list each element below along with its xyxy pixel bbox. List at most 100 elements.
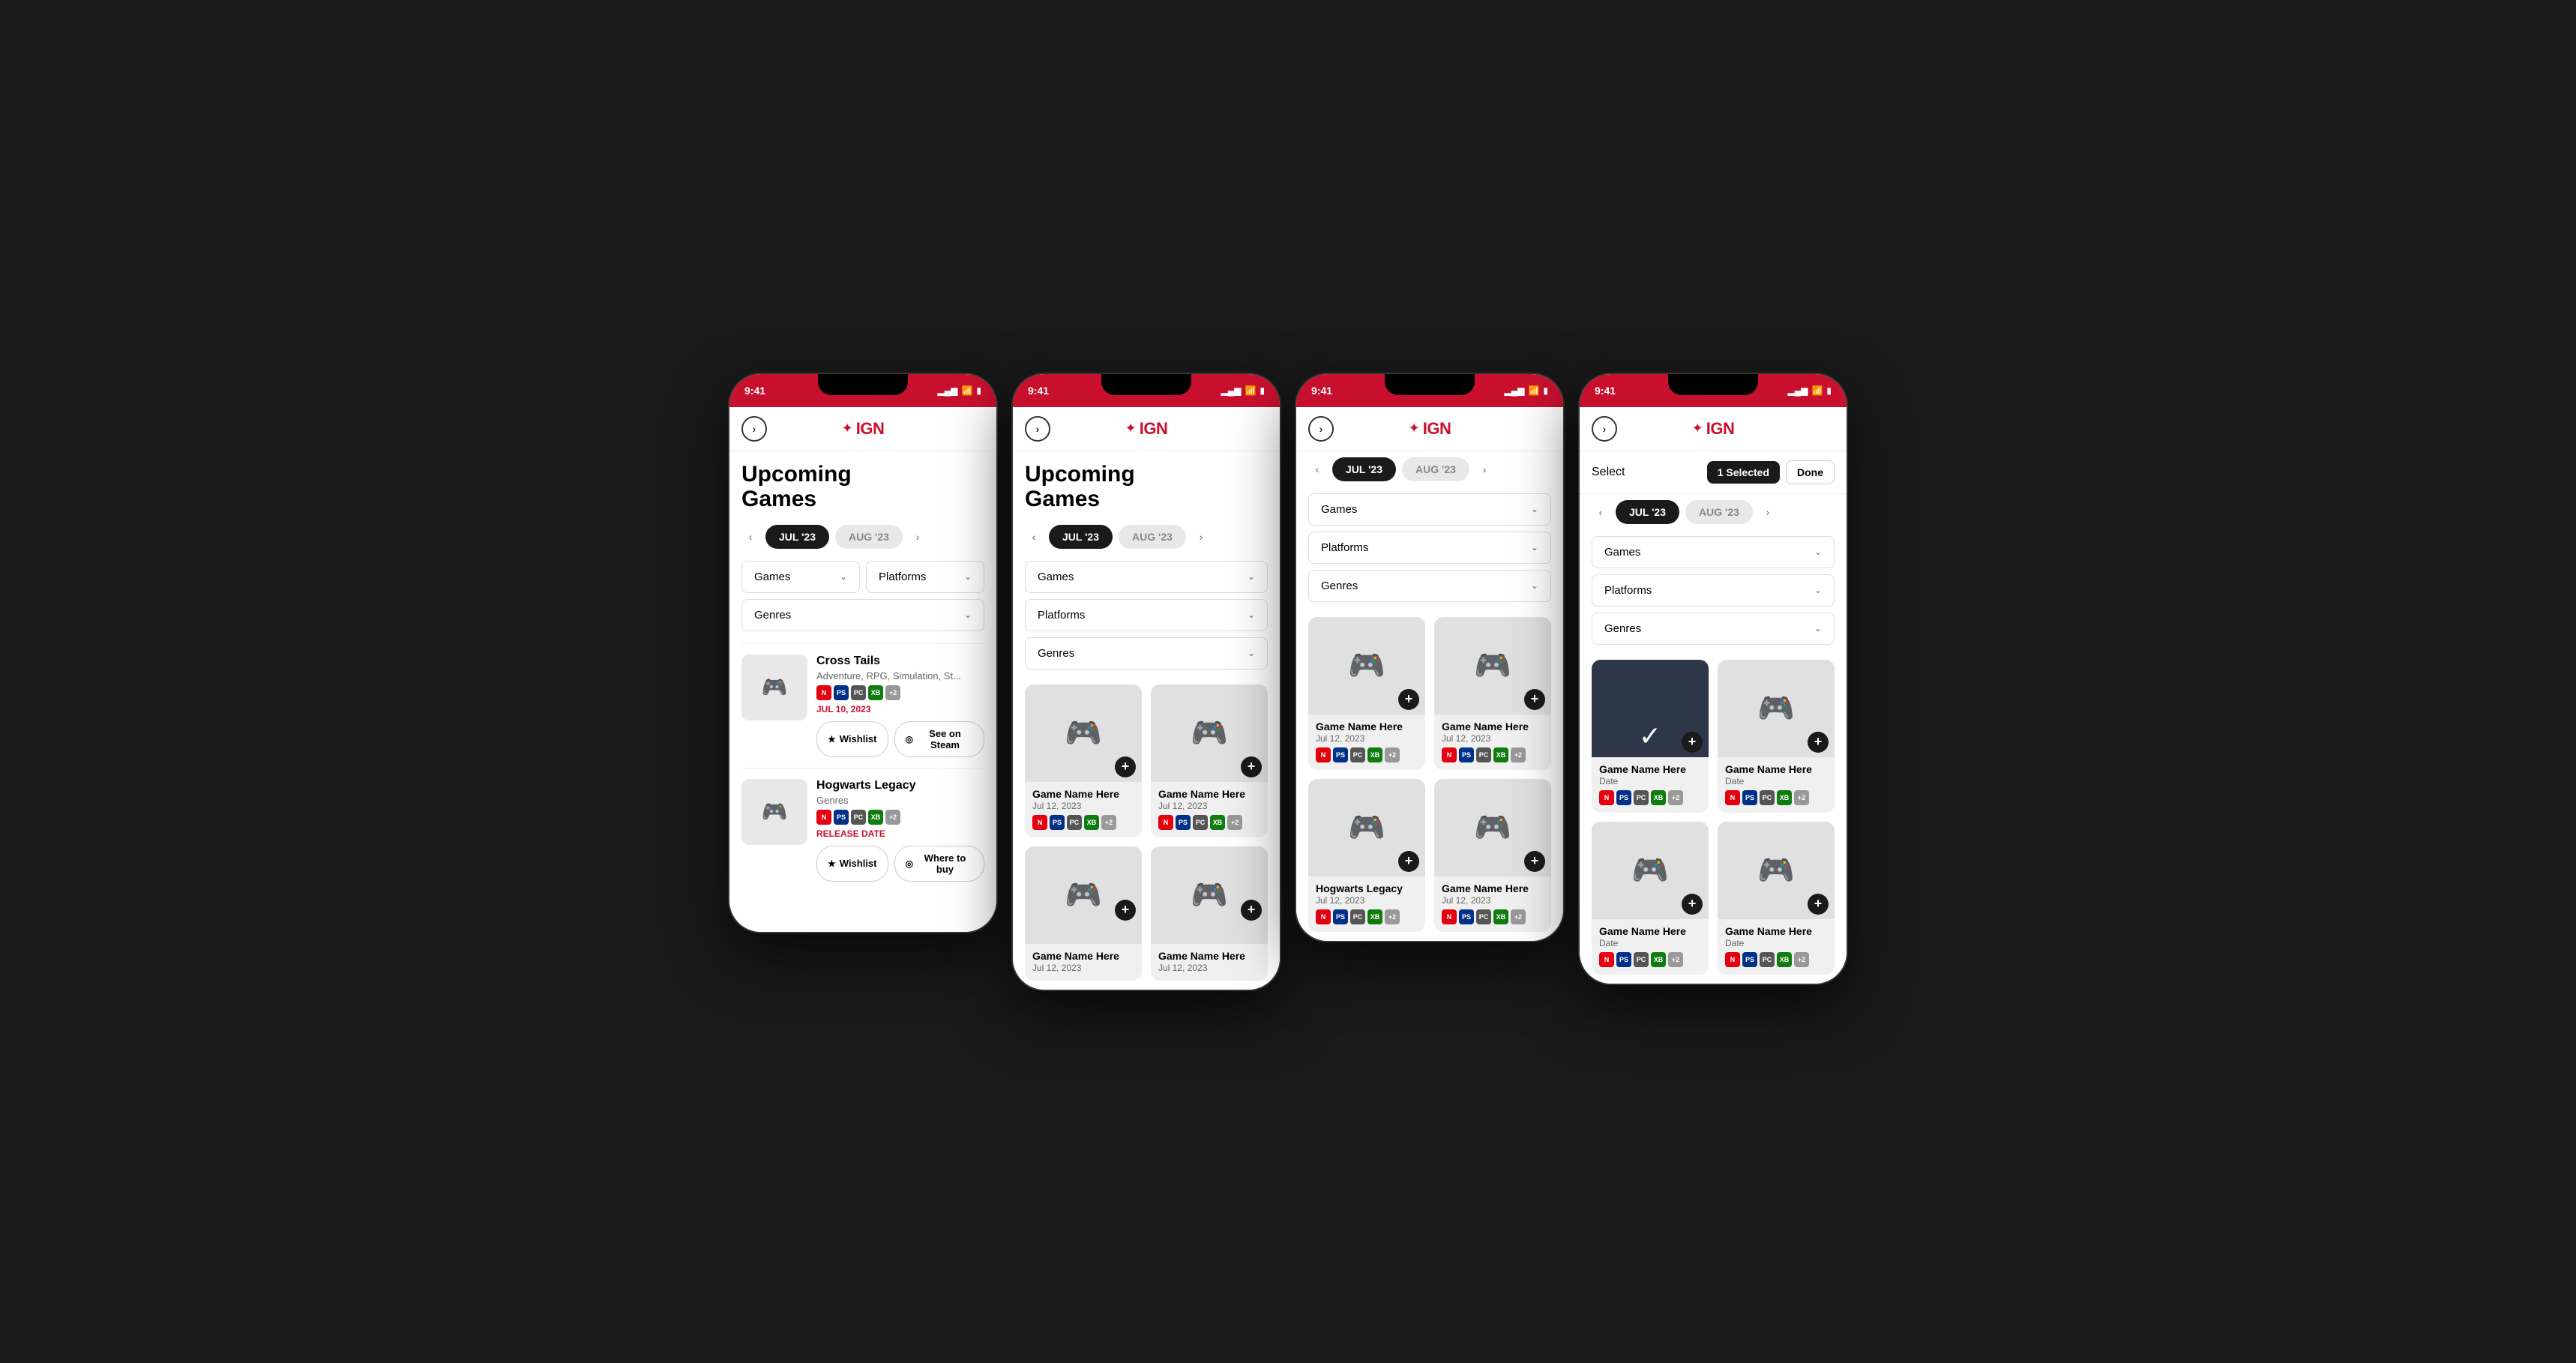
game-card-add-4-3[interactable]: + — [1682, 894, 1703, 915]
month-tab-jul-4[interactable]: JUL '23 — [1616, 500, 1679, 524]
games-filter-label: Games — [754, 571, 790, 583]
pc-badge-2: PC — [851, 810, 866, 825]
platforms-filter-btn-3[interactable]: Platforms ⌄ — [1308, 532, 1551, 564]
game-card-4-2[interactable]: 🎮 + Game Name Here Date N PS PC XB +2 — [1718, 660, 1835, 813]
game-card-3[interactable]: 🎮 + Game Name Here Jul 12, 2023 — [1025, 846, 1142, 981]
month-tab-jul[interactable]: JUL '23 — [765, 525, 829, 549]
game-card-add-3-4[interactable]: + — [1524, 851, 1545, 872]
games-filter-btn[interactable]: Games ⌄ — [741, 561, 860, 593]
done-btn[interactable]: Done — [1786, 460, 1835, 484]
game-card-date-4-2: Date — [1725, 776, 1827, 786]
games-filter-btn-4[interactable]: Games ⌄ — [1592, 536, 1835, 568]
pc-b-4-2: PC — [1760, 790, 1775, 805]
back-button-3[interactable]: › — [1308, 416, 1334, 442]
game-card-add-3-3[interactable]: + — [1398, 851, 1419, 872]
hogwarts-wishlist-btn[interactable]: ★ Wishlist — [816, 846, 888, 882]
games-filter-btn-2[interactable]: Games ⌄ — [1025, 561, 1268, 593]
cross-tails-wishlist-btn[interactable]: ★ Wishlist — [816, 721, 888, 757]
platforms-chevron-2: ⌄ — [1248, 610, 1255, 620]
game-card-add-3[interactable]: + — [1115, 900, 1136, 921]
more-b-3-1: +2 — [1385, 747, 1400, 762]
month-tab-aug-2[interactable]: AUG '23 — [1119, 525, 1186, 549]
prev-month-btn-4[interactable]: ‹ — [1592, 503, 1610, 521]
genres-filter-label-4: Genres — [1604, 622, 1641, 635]
game-card-add-4-4[interactable]: + — [1808, 894, 1829, 915]
ign-star-icon-3: ✦ — [1409, 421, 1420, 436]
battery-icon-4: ▮ — [1826, 385, 1832, 396]
game-card-add-4[interactable]: + — [1241, 900, 1262, 921]
cross-tails-steam-btn[interactable]: ◎ See on Steam — [894, 721, 985, 757]
games-filter-btn-3[interactable]: Games ⌄ — [1308, 493, 1551, 526]
genres-filter-btn[interactable]: Genres ⌄ — [741, 599, 984, 631]
game-card-add-2[interactable]: + — [1241, 756, 1262, 777]
game-card-3-3[interactable]: 🎮 + Hogwarts Legacy Jul 12, 2023 N PS PC… — [1308, 779, 1425, 932]
prev-month-btn-2[interactable]: ‹ — [1025, 528, 1043, 546]
game-card-date-3-3: Jul 12, 2023 — [1316, 895, 1418, 906]
game-card-add-1[interactable]: + — [1115, 756, 1136, 777]
signal-icon-2: ▂▄▆ — [1221, 385, 1241, 396]
controller-icon-card-2: 🎮 — [1191, 715, 1228, 750]
game-card-badges-3-3: N PS PC XB +2 — [1316, 909, 1418, 924]
phone-4-status-icons: ▂▄▆ 📶 ▮ — [1787, 385, 1832, 396]
game-card-info-3-2: Game Name Here Jul 12, 2023 N PS PC XB +… — [1434, 714, 1551, 770]
back-button[interactable]: › — [741, 416, 767, 442]
platforms-filter-btn[interactable]: Platforms ⌄ — [866, 561, 984, 593]
hogwarts-where-to-buy-btn[interactable]: ◎ Where to buy — [894, 846, 985, 882]
game-card-add-4-2[interactable]: + — [1808, 732, 1829, 753]
game-card-3-2[interactable]: 🎮 + Game Name Here Jul 12, 2023 N PS PC … — [1434, 617, 1551, 770]
n-b-3-1: N — [1316, 747, 1331, 762]
game-card-badges-4-3: N PS PC XB +2 — [1599, 952, 1701, 967]
game-card-2[interactable]: 🎮 + Game Name Here Jul 12, 2023 N PS PC … — [1151, 684, 1268, 837]
games-filter-label-4: Games — [1604, 546, 1640, 559]
genres-filter-btn-2[interactable]: Genres ⌄ — [1025, 637, 1268, 670]
platforms-filter-btn-4[interactable]: Platforms ⌄ — [1592, 574, 1835, 607]
game-card-4-3[interactable]: 🎮 + Game Name Here Date N PS PC XB +2 — [1592, 822, 1709, 975]
hogwarts-date: RELEASE DATE — [816, 828, 984, 839]
platforms-filter-chevron: ⌄ — [964, 571, 972, 582]
platforms-filter-btn-2[interactable]: Platforms ⌄ — [1025, 599, 1268, 631]
game-card-add-4-1[interactable]: + — [1682, 732, 1703, 753]
game-card-4-1-selected[interactable]: ✓ + Game Name Here Date N PS PC XB +2 — [1592, 660, 1709, 813]
n-badge-c2: N — [1158, 815, 1173, 830]
month-tab-aug-4[interactable]: AUG '23 — [1685, 500, 1753, 524]
month-tab-jul-2[interactable]: JUL '23 — [1049, 525, 1113, 549]
back-button-4[interactable]: › — [1592, 416, 1617, 442]
prev-month-btn[interactable]: ‹ — [741, 528, 759, 546]
game-card-3-1[interactable]: 🎮 + Game Name Here Jul 12, 2023 N PS PC … — [1308, 617, 1425, 770]
genres-filter-btn-3[interactable]: Genres ⌄ — [1308, 570, 1551, 602]
game-card-title-4: Game Name Here — [1158, 950, 1260, 962]
game-card-date-3: Jul 12, 2023 — [1032, 963, 1134, 973]
game-card-add-3-2[interactable]: + — [1524, 689, 1545, 710]
month-tab-jul-3[interactable]: JUL '23 — [1332, 457, 1396, 481]
genres-filter-label-3: Genres — [1321, 580, 1358, 592]
game-item-hogwarts: 🎮 Hogwarts Legacy Genres N PS PC XB +2 R… — [741, 768, 984, 892]
game-card-1[interactable]: 🎮 + Game Name Here Jul 12, 2023 N PS PC … — [1025, 684, 1142, 837]
wifi-icon-2: 📶 — [1245, 385, 1256, 396]
prev-month-btn-3[interactable]: ‹ — [1308, 460, 1326, 478]
game-card-4[interactable]: 🎮 + Game Name Here Jul 12, 2023 — [1151, 846, 1268, 981]
controller-icon-4-4: 🎮 — [1757, 852, 1795, 888]
month-tab-aug-3[interactable]: AUG '23 — [1402, 457, 1469, 481]
genres-filter-btn-4[interactable]: Genres ⌄ — [1592, 613, 1835, 645]
game-card-info-1: Game Name Here Jul 12, 2023 N PS PC XB +… — [1025, 782, 1142, 837]
page-title: UpcomingGames — [729, 451, 996, 519]
selected-count-btn[interactable]: 1 Selected — [1707, 461, 1780, 484]
game-card-add-3-1[interactable]: + — [1398, 689, 1419, 710]
game-card-4-4[interactable]: 🎮 + Game Name Here Date N PS PC XB +2 — [1718, 822, 1835, 975]
xbox-badge: XB — [868, 685, 883, 700]
phone-2-status-bar: 9:41 ▂▄▆ 📶 ▮ — [1013, 374, 1280, 407]
phone-1-header: › ✦ IGN — [729, 407, 996, 451]
next-month-btn[interactable]: › — [909, 528, 927, 546]
next-month-btn-2[interactable]: › — [1192, 528, 1210, 546]
filters-container-2: Games ⌄ Platforms ⌄ Genres ⌄ — [1013, 555, 1280, 676]
back-button-2[interactable]: › — [1025, 416, 1050, 442]
game-card-info-4-2: Game Name Here Date N PS PC XB +2 — [1718, 757, 1835, 813]
game-card-3-4[interactable]: 🎮 + Game Name Here Jul 12, 2023 N PS PC … — [1434, 779, 1551, 932]
xb-b-3-3: XB — [1367, 909, 1382, 924]
next-month-btn-4[interactable]: › — [1759, 503, 1777, 521]
game-card-date-2: Jul 12, 2023 — [1158, 801, 1260, 811]
n-b-4-3: N — [1599, 952, 1614, 967]
controller-icon-3-2: 🎮 — [1474, 648, 1511, 683]
month-tab-aug[interactable]: AUG '23 — [835, 525, 903, 549]
next-month-btn-3[interactable]: › — [1475, 460, 1493, 478]
